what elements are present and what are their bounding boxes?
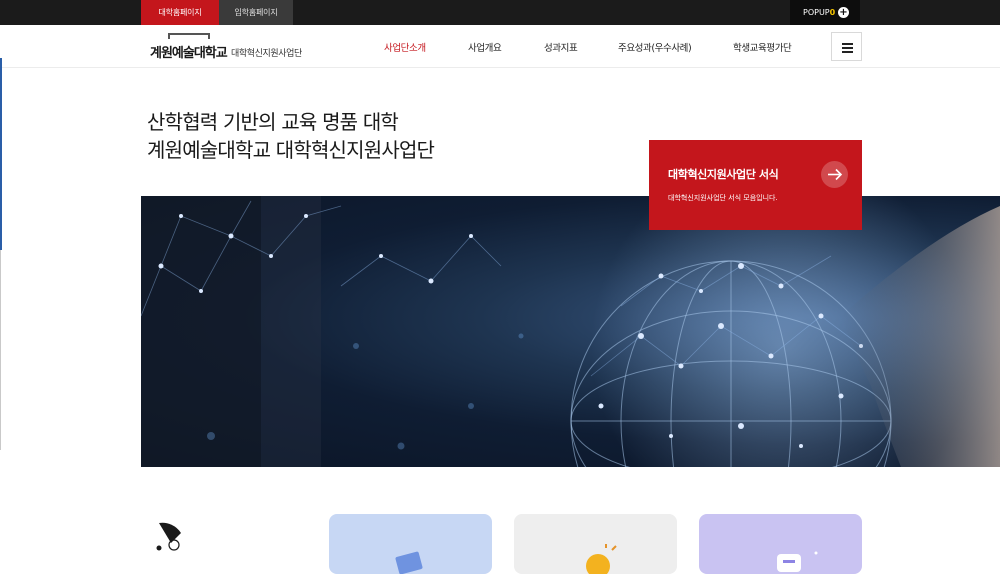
quick-link-card-2[interactable] [514,514,677,574]
side-accent-line [0,58,2,250]
hero-image [141,196,1000,467]
tab-admission-homepage[interactable]: 입학홈페이지 [219,0,293,25]
hamburger-icon-bar [842,51,853,53]
hamburger-icon [842,43,853,45]
pie-chart-icon [153,521,187,555]
chat-bubble-icon [777,551,818,572]
menu-button[interactable] [831,32,862,61]
document-icon [395,551,423,574]
arrow-right-icon[interactable] [821,161,848,188]
quick-link-card-3[interactable] [699,514,862,574]
hero-title-line1: 산학협력 기반의 교육 명품 대학 [147,110,399,134]
logo-mark [168,33,210,39]
nav-item-intro[interactable]: 사업단소개 [384,40,426,54]
tab-university-homepage[interactable]: 대학홈페이지 [141,0,219,25]
side-divider-line [0,250,1,450]
popup-count: 0 [829,8,836,17]
hero-title: 산학협력 기반의 교육 명품 대학 계원예술대학교 대학혁신지원사업단 [147,108,435,164]
logo-name: 계원예술대학교 [150,46,228,61]
nav-item-student-evaluation[interactable]: 학생교육평가단 [733,40,792,54]
quick-link-card-1[interactable] [329,514,492,574]
forms-card-title: 대학혁신지원사업단 서식 [668,168,779,181]
nav-item-indicators[interactable]: 성과지표 [544,40,578,54]
hero-title-line2: 계원예술대학교 대학혁신지원사업단 [147,138,435,162]
plus-circle-icon: + [838,7,849,18]
forms-card[interactable]: 대학혁신지원사업단 서식 대학혁신지원사업단 서식 모음입니다. [649,140,862,230]
nav-item-achievements[interactable]: 주요성과(우수사례) [618,40,692,54]
network-globe-illustration [141,196,1000,467]
nav-item-overview[interactable]: 사업개요 [468,40,502,54]
popup-label: POPUP [803,8,830,17]
forms-card-description: 대학혁신지원사업단 서식 모음입니다. [668,194,778,202]
site-header: 계원예술대학교 대학혁신지원사업단 사업단소개 사업개요 성과지표 주요성과(우… [0,25,1000,68]
lightbulb-icon [586,544,617,574]
hamburger-icon-bar [842,47,853,49]
top-utility-bar: 대학홈페이지 입학홈페이지 POPUP0 + [0,0,1000,25]
popup-button[interactable]: POPUP0 + [790,0,860,25]
logo-subtitle: 대학혁신지원사업단 [231,49,302,59]
